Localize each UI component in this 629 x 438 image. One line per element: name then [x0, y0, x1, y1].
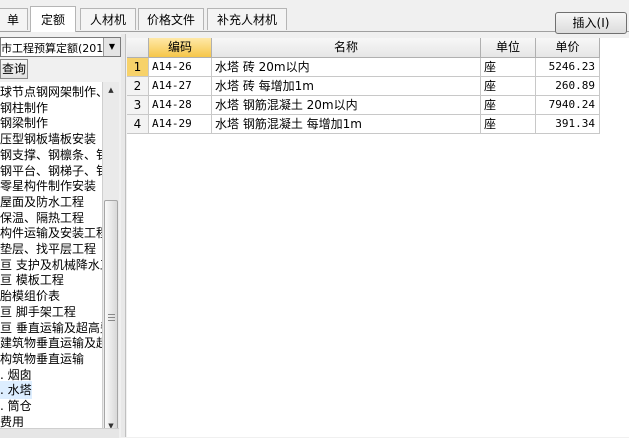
quota-grid: 编码 名称 单位 单价 1 A14-26 水塔 砖 20m以内座 5246.23 2 A1… [127, 38, 629, 437]
price-cell[interactable]: 391.34 [536, 115, 600, 134]
table-row[interactable]: 2 A14-27 水塔 砖 每增加1m 座 260.89 [127, 77, 600, 96]
name-cell[interactable]: 水塔 砖 每增加1m [212, 77, 481, 96]
tab-bar: 单 定额 人材机 价格文件 补充人材机 [0, 0, 629, 32]
header-code[interactable]: 编码 [149, 38, 212, 58]
row-number-cell[interactable]: 2 [127, 77, 149, 96]
name-cell[interactable]: 水塔 钢筋混凝土 每增加1m [212, 115, 481, 134]
scroll-up-arrow-icon[interactable]: ▲ [103, 82, 119, 98]
table-row[interactable]: 1 A14-26 水塔 砖 20m以内座 5246.23 [127, 58, 600, 77]
quota-chapter-tree: 球节点钢网架制作、 钢柱制作 钢梁制作 压型钢板墙板安装 钢支撑、钢檩条、钅 钢平台、钢梯… [0, 82, 102, 434]
price-cell[interactable]: 7940.24 [536, 96, 600, 115]
pane-splitter[interactable] [121, 34, 126, 437]
grip-line [108, 320, 115, 321]
tree-vertical-scrollbar[interactable]: ▲ ▼ [102, 82, 119, 434]
query-button[interactable]: 查询 [0, 59, 28, 79]
code-cell[interactable]: A14-26 [149, 58, 212, 77]
tab-price-file[interactable]: 价格文件 [138, 8, 204, 30]
header-row-number [127, 38, 149, 58]
tab-unit[interactable]: 单 [0, 8, 28, 30]
grip-line [108, 317, 115, 318]
scrollbar-thumb[interactable] [104, 200, 118, 434]
tab-supplement-labor-material-machine[interactable]: 补充人材机 [207, 8, 287, 30]
code-cell[interactable]: A14-28 [149, 96, 212, 115]
table-row[interactable]: 3 A14-28 水塔 钢筋混凝土 20m以内座 7940.24 [127, 96, 600, 115]
quota-library-select[interactable]: 市工程预算定额(201 ▼ [0, 37, 121, 57]
grip-line [108, 314, 115, 315]
unit-cell[interactable]: 座 [481, 115, 536, 134]
name-cell[interactable]: 水塔 砖 20m以内 [212, 58, 481, 77]
price-cell[interactable]: 5246.23 [536, 58, 600, 77]
row-number-cell[interactable]: 1 [127, 58, 149, 77]
grid-header-row: 编码 名称 单位 单价 [127, 38, 629, 58]
header-price[interactable]: 单价 [536, 38, 600, 58]
price-cell[interactable]: 260.89 [536, 77, 600, 96]
header-unit[interactable]: 单位 [481, 38, 536, 58]
header-name[interactable]: 名称 [212, 38, 481, 58]
row-number-cell[interactable]: 4 [127, 115, 149, 134]
chevron-down-icon[interactable]: ▼ [103, 38, 120, 56]
tab-labor-material-machine[interactable]: 人材机 [80, 8, 136, 30]
unit-cell[interactable]: 座 [481, 96, 536, 115]
code-cell[interactable]: A14-29 [149, 115, 212, 134]
name-cell[interactable]: 水塔 钢筋混凝土 20m以内 [212, 96, 481, 115]
code-cell[interactable]: A14-27 [149, 77, 212, 96]
row-number-cell[interactable]: 3 [127, 96, 149, 115]
table-row[interactable]: 4 A14-29 水塔 钢筋混凝土 每增加1m 座 391.34 [127, 115, 600, 134]
unit-cell[interactable]: 座 [481, 58, 536, 77]
tab-quota[interactable]: 定额 [30, 6, 76, 32]
insert-button[interactable]: 插入(I) [555, 12, 627, 34]
tab-divider [0, 31, 629, 32]
quota-library-value: 市工程预算定额(201 [1, 42, 104, 55]
unit-cell[interactable]: 座 [481, 77, 536, 96]
